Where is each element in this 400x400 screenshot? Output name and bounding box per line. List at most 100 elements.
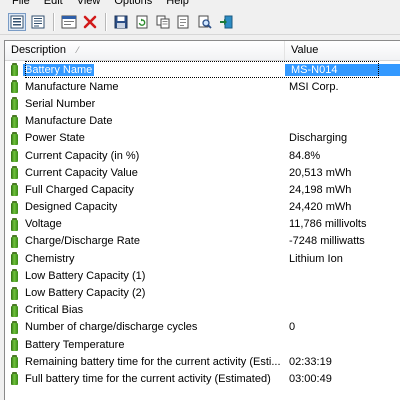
battery-icon (11, 320, 18, 334)
column-header-value[interactable]: Value (285, 41, 400, 60)
battery-icon (11, 252, 18, 266)
row-description: Current Capacity (in %) (25, 149, 140, 162)
battery-icon (11, 303, 18, 317)
battery-icon (11, 114, 18, 128)
row-value: 24,420 mWh (289, 201, 352, 214)
row-description: Chemistry (25, 252, 75, 265)
list-row[interactable]: Low Battery Capacity (1) (5, 267, 400, 284)
list-row[interactable]: Charge/Discharge Rate -7248 milliwatts (5, 233, 400, 250)
row-value: 03:00:49 (289, 372, 332, 385)
delete-icon (83, 15, 97, 28)
row-description: Low Battery Capacity (2) (25, 287, 146, 300)
row-value: 0 (289, 321, 296, 334)
list-row[interactable]: Remaining battery time for the current a… (5, 353, 400, 370)
battery-icon (11, 149, 18, 163)
battery-icon (11, 338, 18, 352)
row-description-cell: Full battery time for the current activi… (5, 372, 285, 386)
row-description-cell: Charge/Discharge Rate (5, 234, 285, 248)
row-value: MS-N014 (285, 63, 400, 76)
list-header: Description ⁄ Value (5, 41, 400, 61)
save-button[interactable] (112, 13, 130, 31)
list-row[interactable]: Full Charged Capacity 24,198 mWh (5, 181, 400, 198)
row-value: 20,513 mWh (289, 166, 352, 179)
menu-edit[interactable]: Edit (37, 0, 70, 9)
toolbar (0, 9, 400, 35)
list-row[interactable]: Designed Capacity 24,420 mWh (5, 199, 400, 216)
search-button[interactable] (196, 13, 214, 31)
row-description-cell: Current Capacity Value (5, 166, 285, 180)
battery-info-window: File Edit View Options Help Description … (0, 0, 400, 400)
details-view-icon (31, 15, 45, 28)
battery-icon (11, 97, 18, 111)
menu-file[interactable]: File (0, 0, 37, 9)
battery-icon (11, 166, 18, 180)
list-row[interactable]: Power State Discharging (5, 130, 400, 147)
battery-icon (11, 372, 18, 386)
row-description-cell: Low Battery Capacity (2) (5, 286, 285, 300)
properties-button[interactable] (60, 13, 78, 31)
find-button[interactable] (175, 13, 193, 31)
list-row[interactable]: Manufacture Name MSI Corp. (5, 78, 400, 95)
sort-ascending-icon: ⁄ (77, 45, 79, 55)
list-row[interactable]: Number of charge/discharge cycles 0 (5, 319, 400, 336)
menu-help[interactable]: Help (159, 0, 196, 9)
battery-icon (11, 286, 18, 300)
row-value: 11,786 millivolts (289, 218, 367, 231)
refresh-button[interactable] (133, 13, 151, 31)
row-description-cell: Current Capacity (in %) (5, 149, 285, 163)
row-description-cell: Number of charge/discharge cycles (5, 320, 285, 334)
row-description: Remaining battery time for the current a… (25, 355, 281, 368)
row-description: Charge/Discharge Rate (25, 235, 140, 248)
row-value: 24,198 mWh (289, 183, 352, 196)
battery-icon (11, 269, 18, 283)
exit-button[interactable] (217, 13, 235, 31)
row-description-cell: Battery Temperature (5, 338, 285, 352)
menu-view[interactable]: View (70, 0, 108, 9)
list-row[interactable]: Serial Number (5, 95, 400, 112)
list-row[interactable]: Current Capacity (in %) 84.8% (5, 147, 400, 164)
battery-icon (11, 355, 18, 369)
battery-icon (11, 183, 18, 197)
list-row[interactable]: Current Capacity Value 20,513 mWh (5, 164, 400, 181)
list-row[interactable]: Battery Name MS-N014 (5, 61, 400, 79)
column-header-description[interactable]: Description ⁄ (5, 41, 285, 60)
row-description: Battery Temperature (25, 338, 125, 351)
battery-icon (11, 217, 18, 231)
row-description-cell: Battery Name (5, 63, 285, 77)
find-icon (177, 15, 189, 28)
list-row[interactable]: Voltage 11,786 millivolts (5, 216, 400, 233)
list-row[interactable]: Battery Temperature (5, 336, 400, 353)
list-row[interactable]: Low Battery Capacity (2) (5, 284, 400, 301)
copy-button[interactable] (154, 13, 172, 31)
battery-icon (11, 234, 18, 248)
details-view-button[interactable] (29, 13, 47, 31)
column-header-description-label: Description (11, 44, 67, 56)
row-value: MSI Corp. (289, 80, 339, 93)
list-row[interactable]: Critical Bias (5, 302, 400, 319)
row-description-cell: Remaining battery time for the current a… (5, 355, 285, 369)
row-value: -7248 milliwatts (289, 235, 365, 248)
row-description-cell: Serial Number (5, 97, 285, 111)
row-description-cell: Low Battery Capacity (1) (5, 269, 285, 283)
row-description-cell: Manufacture Date (5, 114, 285, 128)
battery-icon (11, 200, 18, 214)
row-description: Voltage (25, 218, 62, 231)
list-row[interactable]: Full battery time for the current activi… (5, 370, 400, 387)
delete-button[interactable] (81, 13, 99, 31)
battery-icon (11, 63, 18, 77)
row-value: Lithium Ion (289, 252, 343, 265)
row-description: Battery Name (23, 63, 95, 76)
battery-info-list[interactable]: Description ⁄ Value Battery Name MS-N014… (4, 40, 400, 400)
menu-options[interactable]: Options (107, 0, 159, 9)
list-row[interactable]: Chemistry Lithium Ion (5, 250, 400, 267)
battery-icon (11, 80, 18, 94)
row-description-cell: Manufacture Name (5, 80, 285, 94)
row-description: Serial Number (25, 97, 96, 110)
exit-icon (220, 15, 233, 28)
row-description: Number of charge/discharge cycles (25, 321, 198, 334)
row-description: Power State (25, 132, 85, 145)
row-description: Current Capacity Value (25, 166, 138, 179)
list-row[interactable]: Manufacture Date (5, 113, 400, 130)
list-view-button[interactable] (8, 12, 26, 31)
search-icon (198, 15, 212, 29)
